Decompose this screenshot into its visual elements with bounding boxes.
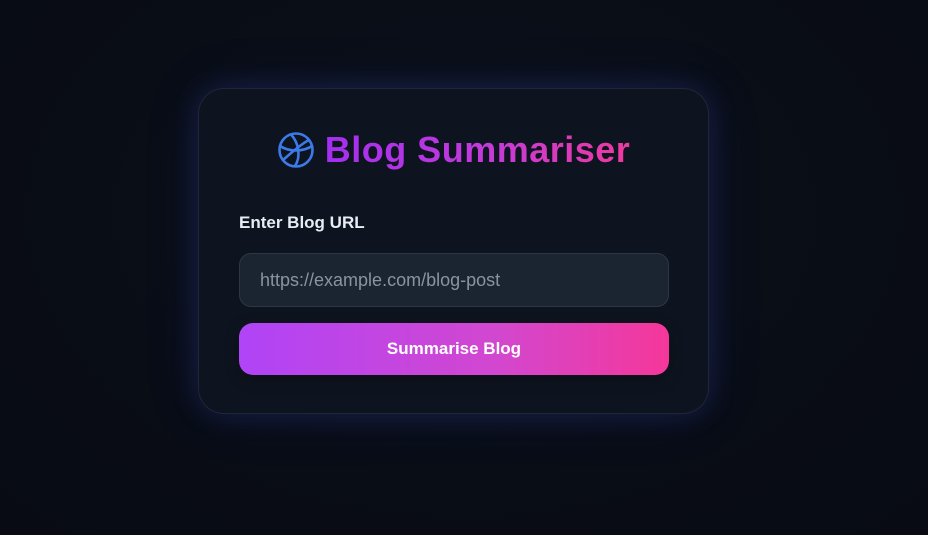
header: Blog Summariser xyxy=(199,129,708,171)
page-title: Blog Summariser xyxy=(324,129,631,170)
summarise-button[interactable]: Summarise Blog xyxy=(239,323,669,375)
url-input[interactable] xyxy=(239,253,669,307)
url-label: Enter Blog URL xyxy=(239,213,365,232)
summariser-card: Blog Summariser Enter Blog URL Summarise… xyxy=(198,88,709,414)
globe-icon xyxy=(277,131,315,169)
